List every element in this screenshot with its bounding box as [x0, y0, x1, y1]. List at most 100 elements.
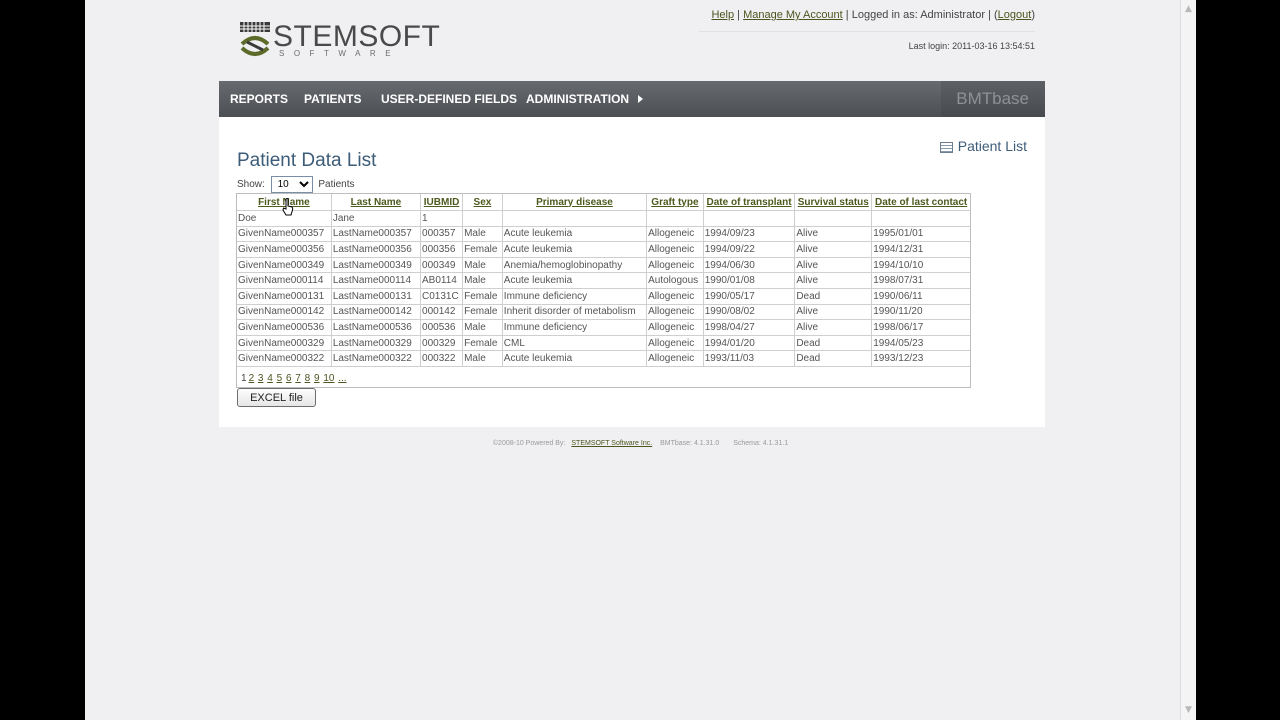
cell-graft-type: Autologous [646, 272, 704, 289]
cell-last-name: LastName000356 [331, 241, 422, 258]
column-header-date-of-transplant[interactable]: Date of transplant [703, 194, 796, 211]
cell-date-of-last-contact: 1990/11/20 [871, 304, 970, 321]
cell-graft-type: Allogeneic [646, 288, 704, 305]
cell-sex: Male [462, 257, 503, 274]
page-size-select[interactable]: 10 [270, 176, 313, 193]
nav-patients[interactable]: PATIENTS [304, 81, 362, 117]
logout-link[interactable]: Logout [998, 9, 1032, 21]
cell-iubmid: 1 [420, 210, 464, 227]
table-row[interactable]: GivenName000329 LastName000329 000329 Femal… [237, 335, 970, 352]
app-page: STEMSOFT SOFTWARE Help | Manage My Accou… [219, 0, 1045, 427]
show-label: Show: [237, 179, 265, 191]
page-link[interactable]: 2 [249, 373, 255, 384]
column-header-sex[interactable]: Sex [462, 194, 503, 211]
column-header-survival-status[interactable]: Survival status [794, 194, 873, 211]
schema-text: Schema: 4.1.31.1 [733, 440, 789, 447]
cell-last-name: LastName000357 [331, 226, 422, 243]
page-link[interactable]: 10 [323, 373, 334, 384]
cell-date-of-transplant: 1990/01/08 [703, 272, 796, 289]
cell-iubmid: 000142 [420, 304, 464, 321]
nav-administration[interactable]: ADMINISTRATION [526, 81, 629, 117]
page-link[interactable]: 3 [258, 373, 264, 384]
cell-date-of-last-contact: 1994/10/10 [871, 257, 970, 274]
patient-list-link[interactable]: Patient List [939, 138, 1027, 154]
logo-subtitle: SOFTWARE [279, 49, 401, 58]
cell-graft-type: Allogeneic [646, 350, 704, 367]
cell-first-name: GivenName000349 [237, 257, 332, 274]
column-header-primary-disease[interactable]: Primary disease [502, 194, 648, 211]
cell-date-of-transplant: 1994/06/30 [703, 257, 796, 274]
cell-last-name: LastName000114 [331, 272, 422, 289]
table-header-row: First Name Last Name IUBMID Sex Primary dise… [237, 194, 970, 211]
cell-graft-type: Allogeneic [646, 319, 704, 336]
nav-reports[interactable]: REPORTS [230, 81, 288, 117]
page-link[interactable]: ... [338, 373, 346, 384]
cell-primary-disease [502, 210, 648, 227]
table-row[interactable]: GivenName000536 LastName000536 000536 Male I… [237, 319, 970, 336]
cell-survival-status [794, 210, 873, 227]
cell-first-name: GivenName000357 [237, 226, 332, 243]
cell-date-of-last-contact: 1994/05/23 [871, 335, 970, 352]
cell-survival-status: Dead [794, 288, 873, 305]
page-link[interactable]: 6 [286, 373, 292, 384]
cell-sex [462, 210, 503, 227]
cell-sex: Male [462, 226, 503, 243]
header-divider [699, 31, 1035, 32]
table-row[interactable]: GivenName000142 LastName000142 000142 Femal… [237, 304, 970, 321]
help-link[interactable]: Help [711, 9, 734, 21]
cell-date-of-transplant: 1990/05/17 [703, 288, 796, 305]
cell-date-of-last-contact: 1995/01/01 [871, 226, 970, 243]
cell-primary-disease: Inherit disorder of metabolism [502, 304, 648, 321]
table-row[interactable]: GivenName000349 LastName000349 000349 Male A… [237, 257, 970, 274]
cell-date-of-transplant: 1990/08/02 [703, 304, 796, 321]
cell-first-name: GivenName000329 [237, 335, 332, 352]
table-row[interactable]: GivenName000131 LastName000131 C0131C Femal… [237, 288, 970, 305]
nav-more-arrow-icon[interactable] [638, 95, 643, 103]
cell-last-name: LastName000131 [331, 288, 422, 305]
cell-date-of-transplant: 1998/04/27 [703, 319, 796, 336]
column-header-graft-type[interactable]: Graft type [646, 194, 704, 211]
logged-in-text: Logged in as: Administrator [851, 9, 986, 21]
account-links: Help | Manage My Account | Logged in as:… [711, 9, 1035, 21]
manage-account-link[interactable]: Manage My Account [743, 9, 843, 21]
table-row[interactable]: Doe Jane 1 [237, 210, 970, 227]
cell-iubmid: AB0114 [420, 272, 464, 289]
cell-first-name: GivenName000356 [237, 241, 332, 258]
table-row[interactable]: GivenName000357 LastName000357 000357 Male A… [237, 226, 970, 243]
patient-list-label: Patient List [957, 138, 1027, 154]
cell-primary-disease: Immune deficiency [502, 319, 648, 336]
cell-primary-disease: Acute leukemia [502, 350, 648, 367]
cell-survival-status: Alive [794, 241, 873, 258]
brand-box: BMTbase [941, 81, 1045, 117]
page-title: Patient Data List [237, 149, 377, 171]
cell-sex: Female [462, 335, 503, 352]
table-row[interactable]: GivenName000322 LastName000322 000322 Male A… [237, 350, 970, 367]
column-header-date-of-last-contact[interactable]: Date of last contact [871, 194, 970, 211]
pagination: 12 3 4 5 6 7 8 9 10 ... [241, 373, 348, 384]
page-link[interactable]: 4 [267, 373, 273, 384]
bmtbase-brand: BMTbase [956, 89, 1029, 108]
scroll-down-icon[interactable]: ▼ [1183, 705, 1194, 716]
cell-primary-disease: Immune deficiency [502, 288, 648, 305]
cell-survival-status: Dead [794, 350, 873, 367]
column-header-iubmid[interactable]: IUBMID [420, 194, 464, 211]
table-row[interactable]: GivenName000114 LastName000114 AB0114 Male A… [237, 272, 970, 289]
vertical-scrollbar[interactable]: ▲ ▼ [1180, 0, 1196, 720]
cell-graft-type: Allogeneic [646, 241, 704, 258]
page-link[interactable]: 9 [314, 373, 320, 384]
page-link[interactable]: 5 [277, 373, 283, 384]
column-header-last-name[interactable]: Last Name [331, 194, 422, 211]
cell-date-of-last-contact: 1998/07/31 [871, 272, 970, 289]
nav-user-defined-fields[interactable]: USER-DEFINED FIELDS [381, 81, 517, 117]
scroll-up-icon[interactable]: ▲ [1183, 4, 1194, 15]
company-link[interactable]: STEMSOFT Software Inc. [571, 440, 652, 447]
table-row[interactable]: GivenName000356 LastName000356 000356 Femal… [237, 241, 970, 258]
page-header: STEMSOFT SOFTWARE Help | Manage My Accou… [219, 0, 1045, 81]
cell-primary-disease: Acute leukemia [502, 241, 648, 258]
page-link[interactable]: 7 [295, 373, 301, 384]
excel-export-button[interactable]: EXCEL file [237, 388, 316, 407]
cell-primary-disease: Acute leukemia [502, 272, 648, 289]
page-link[interactable]: 8 [305, 373, 311, 384]
cell-graft-type [646, 210, 704, 227]
cell-iubmid: 000536 [420, 319, 464, 336]
